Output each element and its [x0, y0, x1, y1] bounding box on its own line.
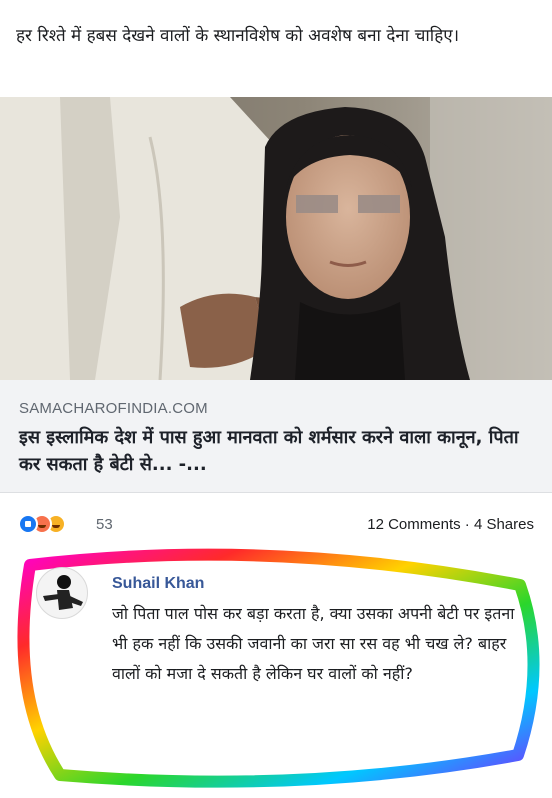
link-title[interactable]: इस इस्लामिक देश में पास हुआ मानवता को शर… — [19, 424, 534, 478]
link-domain: SAMACHAROFINDIA.COM — [19, 400, 208, 417]
comment-text: जो पिता पाल पोस कर बड़ा करता है, क्या उस… — [112, 604, 515, 683]
user-avatar-icon — [43, 575, 83, 610]
reaction-bar: 53 12 Comments · 4 Shares — [0, 508, 552, 542]
post-image[interactable] — [0, 97, 552, 380]
reaction-count[interactable]: 53 — [96, 516, 113, 533]
like-icon — [18, 514, 38, 534]
photo-illustration — [0, 97, 552, 380]
comment-author[interactable]: Suhail Khan — [112, 575, 204, 593]
link-preview[interactable]: SAMACHAROFINDIA.COM इस इस्लामिक देश में … — [0, 380, 552, 493]
comment: Suhail Khan जो पिता पाल पोस कर बड़ा करता… — [0, 545, 552, 798]
reaction-icons[interactable] — [18, 514, 66, 534]
comments-shares-count[interactable]: 12 Comments · 4 Shares — [367, 516, 534, 533]
avatar[interactable] — [36, 567, 88, 619]
post-text: हर रिश्ते में हबस देखने वालों के स्थानवि… — [16, 26, 460, 46]
